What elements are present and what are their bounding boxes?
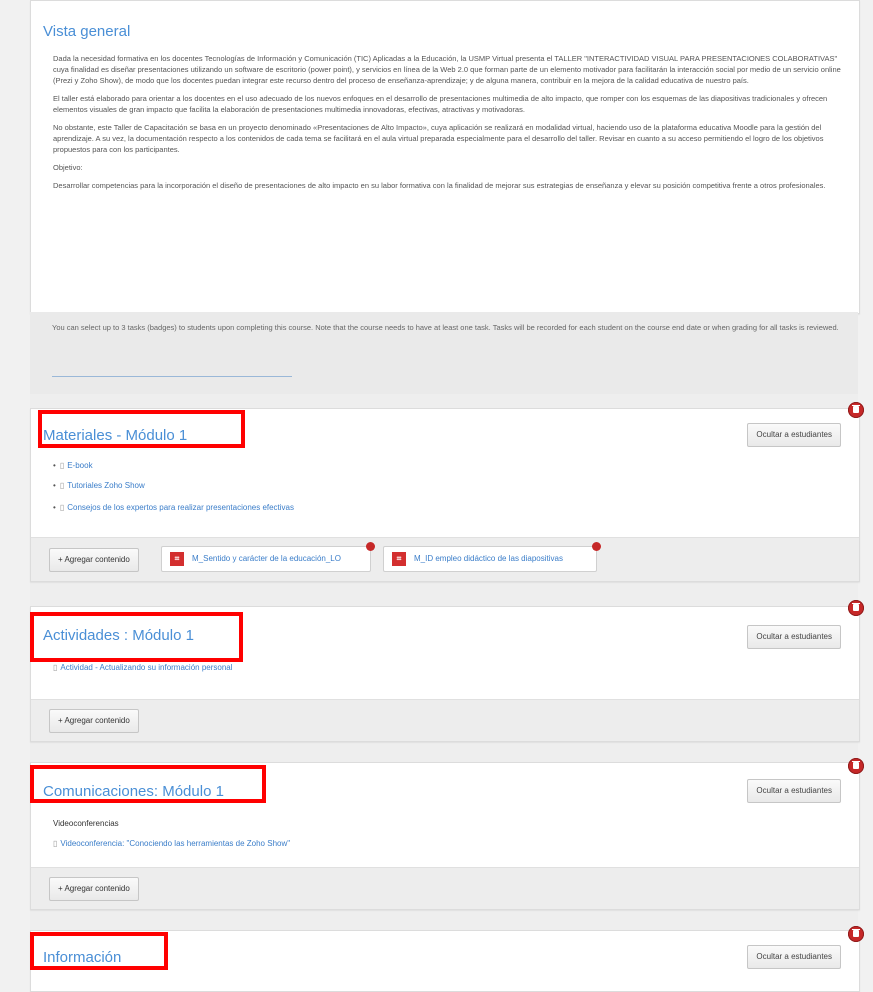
objective-heading: Objetivo: (53, 163, 83, 172)
attachment-label: M_ID empleo didáctico de las diapositiva… (414, 554, 563, 563)
list-item[interactable]: • ▯ Consejos de los expertos para realizar… (53, 503, 294, 512)
add-content-button[interactable]: + Agregar contenido (49, 548, 139, 572)
add-content-button[interactable]: + Agregar contenido (49, 877, 139, 901)
hide-from-students-button[interactable]: Ocultar a estudiantes (747, 779, 841, 803)
pdf-attachment[interactable]: ⌗ M_ID empleo didáctico de las diapositi… (383, 542, 601, 572)
document-icon: ▯ (59, 461, 65, 470)
list-item[interactable]: • ▯ E-book (53, 461, 93, 470)
hide-from-students-button[interactable]: Ocultar a estudiantes (747, 423, 841, 447)
overview-card: Vista general Dada la necesidad formativ… (30, 0, 860, 314)
overview-title: Vista general (43, 23, 131, 40)
overview-paragraph-2: El taller está elaborado para orientar a… (53, 94, 828, 114)
trash-icon[interactable] (848, 402, 864, 418)
document-icon: ▯ (53, 663, 58, 672)
highlight-box-informacion (30, 932, 168, 970)
highlight-box-materiales (38, 410, 245, 448)
hide-from-students-button[interactable]: Ocultar a estudiantes (747, 625, 841, 649)
trash-icon[interactable] (848, 758, 864, 774)
overview-paragraph-3: No obstante, este Taller de Capacitación… (53, 123, 824, 154)
progress-line (52, 376, 292, 377)
document-icon: ▯ (53, 839, 58, 848)
document-icon: ▯ (59, 503, 65, 512)
pdf-icon: ⌗ (170, 552, 184, 566)
document-icon: ▯ (59, 481, 65, 490)
objective-text: Desarrollar competencias para la incorpo… (53, 181, 826, 190)
list-item[interactable]: ▯ Actividad - Actualizando su información… (53, 663, 233, 672)
highlight-box-actividades (30, 612, 243, 662)
remove-attachment-icon[interactable] (592, 542, 601, 551)
subheading: Videoconferencias (53, 819, 119, 828)
attachment-label: M_Sentido y carácter de la educación_LO (192, 554, 341, 563)
course-page: Vista general Dada la necesidad formativ… (30, 0, 860, 992)
hide-from-students-button[interactable]: Ocultar a estudiantes (747, 945, 841, 969)
list-item[interactable]: • ▯ Tutoriales Zoho Show (53, 481, 145, 490)
trash-icon[interactable] (848, 926, 864, 942)
highlight-box-comunicaciones (30, 765, 266, 803)
pdf-icon: ⌗ (392, 552, 406, 566)
section-footer: + Agregar contenido (31, 699, 859, 741)
add-content-button[interactable]: + Agregar contenido (49, 709, 139, 733)
pdf-attachment[interactable]: ⌗ M_Sentido y carácter de la educación_L… (161, 542, 375, 572)
list-item[interactable]: ▯ Videoconferencia: "Conociendo las herra… (53, 839, 290, 848)
section-footer: + Agregar contenido ⌗ M_Sentido y caráct… (31, 537, 859, 581)
section-footer: + Agregar contenido (31, 867, 859, 909)
overview-paragraph-1: Dada la necesidad formativa en los docen… (53, 54, 841, 85)
remove-attachment-icon[interactable] (366, 542, 375, 551)
badges-area: You can select up to 3 tasks (badges) to… (30, 312, 858, 394)
trash-icon[interactable] (848, 600, 864, 616)
overview-body: Dada la necesidad formativa en los docen… (53, 53, 843, 198)
badges-note: You can select up to 3 tasks (badges) to… (52, 323, 839, 332)
